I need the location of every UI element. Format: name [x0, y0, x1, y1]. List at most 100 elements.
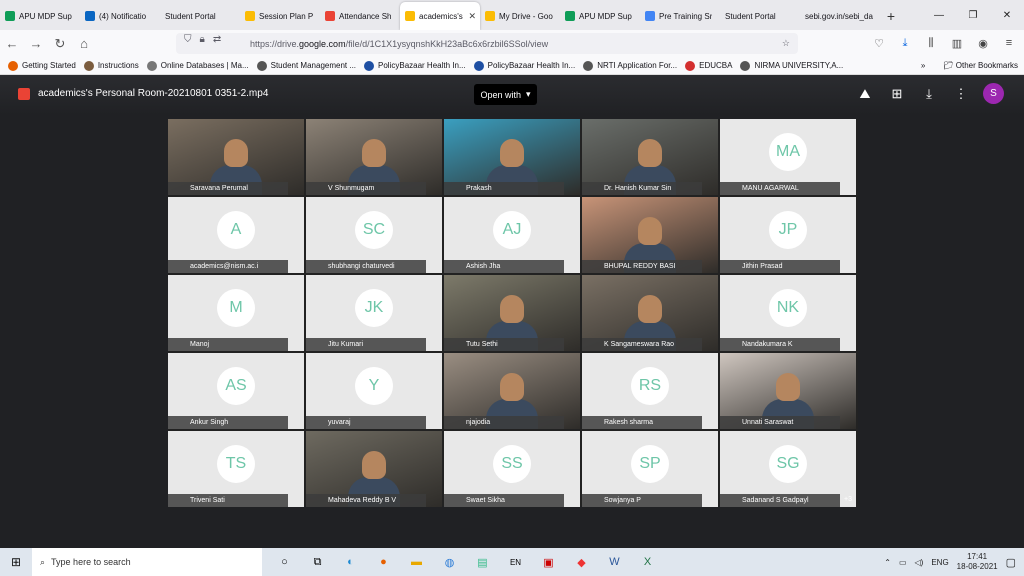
bookmark-icon — [83, 60, 94, 71]
participant-tile: AJ Ashish Jha — [444, 197, 580, 273]
participant-video — [638, 295, 662, 323]
downloads-icon[interactable]: ⤓ — [896, 33, 914, 53]
video-frame[interactable]: +3 Saravana Perumal V Shunmugam Prakash Dr.… — [168, 119, 858, 507]
url-bar[interactable]: https://drive.google.com/file/d/1C1X1ysy… — [176, 33, 798, 54]
lock-icon[interactable]: 🔒︎ — [200, 34, 205, 45]
pocket-icon[interactable]: ♡ — [870, 33, 888, 53]
tab-label: APU MDP Sup — [579, 11, 632, 21]
bookmark-item[interactable]: NRTI Application For... — [583, 60, 677, 71]
add-comment-icon[interactable]: ⊞ — [887, 84, 907, 104]
permissions-icon[interactable]: ⇄ — [213, 34, 221, 45]
browser-tab[interactable]: sebi.gov.in/sebi_da — [800, 2, 880, 30]
reload-icon[interactable]: ↻ — [48, 32, 72, 56]
bookmark-star-icon[interactable]: ☆ — [782, 38, 790, 49]
en-icon[interactable]: EN — [499, 548, 532, 576]
participant-tile: njajodia — [444, 353, 580, 429]
bookmark-item[interactable]: Instructions — [83, 60, 139, 71]
library-icon[interactable]: ⫼ — [922, 33, 940, 53]
browser-tab[interactable]: APU MDP Sup — [560, 2, 640, 30]
participant-name: Triveni Sati — [168, 494, 288, 507]
file-explorer-icon[interactable]: ▬ — [400, 548, 433, 576]
firefox-icon[interactable]: ● — [367, 548, 400, 576]
excel-icon[interactable]: X — [631, 548, 664, 576]
tab-label: My Drive - Goo — [499, 11, 553, 21]
back-icon[interactable]: ← — [0, 32, 24, 56]
participant-tile: SP Sowjanya P — [582, 431, 718, 507]
edge-icon[interactable]: ◐ — [334, 548, 367, 576]
file-title: academics's Personal Room-20210801 0351-… — [38, 88, 269, 99]
chevron-right-icon[interactable]: » — [921, 61, 925, 70]
participant-tile: V Shunmugam — [306, 119, 442, 195]
tab-label: academics's — [419, 11, 463, 21]
taskbar-search-input[interactable]: ⌕ Type here to search — [32, 548, 262, 576]
bookmark-item[interactable]: EDUCBA — [685, 60, 732, 71]
pdf-icon[interactable]: ▣ — [532, 548, 565, 576]
new-tab-button[interactable]: + — [880, 2, 902, 30]
windows-start-icon[interactable]: ⊞ — [0, 548, 32, 576]
browser-tab[interactable]: My Drive - Goo — [480, 2, 560, 30]
participant-initials: AS — [217, 367, 255, 405]
sidebar-icon[interactable]: ▥ — [948, 33, 966, 53]
participant-tile: K Sangameswara Rao — [582, 275, 718, 351]
bookmark-item[interactable]: NIRMA UNIVERSITY,A... — [740, 60, 843, 71]
word-icon[interactable]: W — [598, 548, 631, 576]
clock[interactable]: 17:41 18-08-2021 — [957, 552, 998, 572]
more-participants-count: +3 — [844, 496, 852, 503]
volume-icon[interactable]: ◁) — [915, 558, 924, 567]
browser-tab[interactable]: (4) Notificatio — [80, 2, 160, 30]
bookmark-label: Instructions — [97, 61, 139, 70]
other-bookmarks[interactable]: 📁︎ Other Bookmarks — [943, 61, 1018, 70]
battery-icon[interactable]: ▭ — [899, 558, 907, 567]
close-window-button[interactable]: ✕ — [990, 0, 1024, 30]
browser-tab[interactable]: Attendance Sh — [320, 2, 400, 30]
minimize-button[interactable]: — — [922, 0, 956, 30]
browser-tab-strip: APU MDP Sup (4) Notificatio Student Portal… — [0, 0, 1024, 30]
chevron-up-icon[interactable]: ⌃ — [884, 558, 891, 567]
download-icon[interactable]: ⤓ — [919, 84, 939, 104]
browser-tab[interactable]: Pre Training Sr — [640, 2, 720, 30]
browser-tab[interactable]: Student Portal — [720, 2, 800, 30]
participant-tile: Prakash — [444, 119, 580, 195]
participant-name: shubhangi chaturvedi — [306, 260, 426, 273]
avatar[interactable]: S — [983, 83, 1004, 104]
participant-initials: TS — [217, 445, 255, 483]
restore-button[interactable]: ❐ — [956, 0, 990, 30]
participant-initials: Y — [355, 367, 393, 405]
notification-icon[interactable]: ▢ — [1006, 556, 1016, 569]
close-tab-icon[interactable]: ✕ — [468, 11, 476, 22]
bookmark-icon — [583, 60, 594, 71]
forward-icon[interactable]: → — [24, 32, 48, 56]
browser-tab[interactable]: APU MDP Sup — [0, 2, 80, 30]
participant-name: Jithin Prasad — [720, 260, 840, 273]
cortana-icon[interactable]: ○ — [268, 548, 301, 576]
globe-icon[interactable]: ◍ — [433, 548, 466, 576]
shield-icon[interactable]: ⛉ — [184, 34, 192, 45]
bookmark-item[interactable]: PolicyBazaar Health In... — [364, 60, 466, 71]
tab-label: Session Plan P — [259, 11, 314, 21]
drive-video-viewer: academics's Personal Room-20210801 0351-… — [0, 75, 1024, 548]
app-icon[interactable]: ▤ — [466, 548, 499, 576]
account-icon[interactable]: ◉ — [974, 33, 992, 53]
more-options-icon[interactable]: ⋮ — [951, 84, 971, 104]
home-icon[interactable]: ⌂ — [72, 32, 96, 56]
browser-tab[interactable]: academics's ✕ — [400, 2, 480, 30]
anydesk-icon[interactable]: ◆ — [565, 548, 598, 576]
participant-name: yuvaraj — [306, 416, 426, 429]
browser-tab[interactable]: Student Portal — [160, 2, 240, 30]
open-with-button[interactable]: Open with ▾ — [474, 84, 537, 105]
bookmark-icon — [685, 60, 696, 71]
bookmark-item[interactable]: Online Databases | Ma... — [146, 60, 249, 71]
bookmark-item[interactable]: PolicyBazaar Health In... — [473, 60, 575, 71]
participant-initials: JK — [355, 289, 393, 327]
language-indicator[interactable]: ENG — [931, 558, 948, 567]
bookmark-item[interactable]: Getting Started — [8, 60, 76, 71]
participant-name: Sowjanya P — [582, 494, 702, 507]
participant-tile: MA MANU AGARWAL — [720, 119, 856, 195]
participant-name: Sadanand S Gadpayl — [720, 494, 840, 507]
bookmark-item[interactable]: Student Management ... — [256, 60, 356, 71]
participant-tile: TS Triveni Sati — [168, 431, 304, 507]
menu-icon[interactable]: ≡ — [1000, 33, 1018, 53]
browser-tab[interactable]: Session Plan P — [240, 2, 320, 30]
add-to-drive-icon[interactable]: ⛰ — [855, 84, 875, 104]
task-view-icon[interactable]: ⧉ — [301, 548, 334, 576]
